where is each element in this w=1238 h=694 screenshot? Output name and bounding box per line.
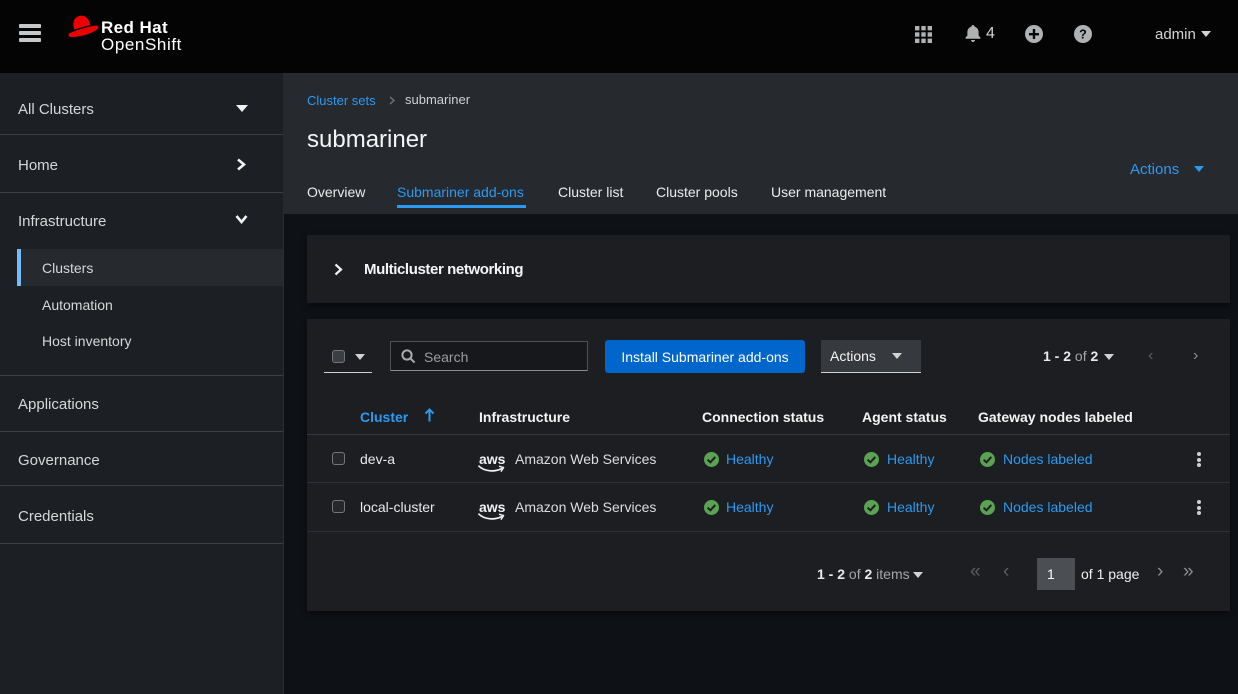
svg-text:?: ? [1079,27,1087,41]
